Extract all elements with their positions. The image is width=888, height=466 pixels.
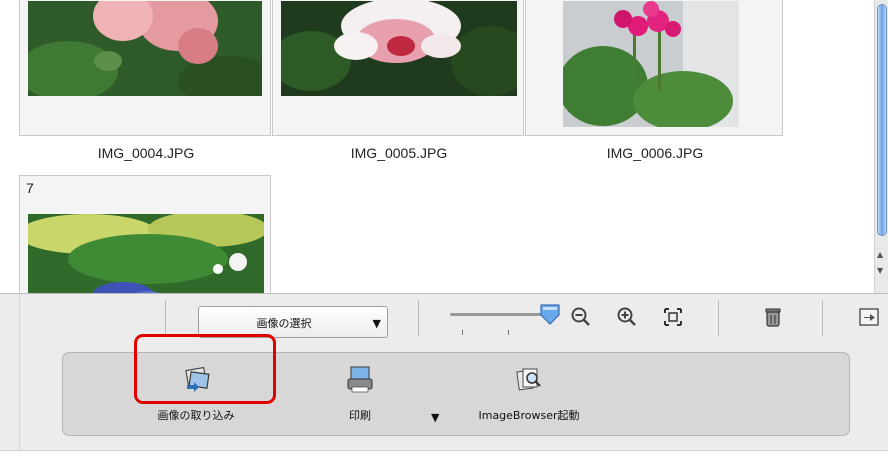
vertical-scrollbar[interactable]: ▲ ▼ (874, 0, 888, 293)
thumbnail-image[interactable] (28, 214, 264, 293)
zoom-slider-tick (508, 330, 509, 335)
left-border-line (19, 293, 20, 450)
zoom-slider-knob[interactable] (538, 302, 562, 326)
thumbnail-filename: IMG_0004.JPG (97, 145, 195, 161)
zoom-slider-track[interactable] (450, 313, 550, 316)
toolbar-divider (165, 300, 166, 336)
thumbnail-grid: IMG_0004.JPG IMG_0005.JPG IMG_0006.JPG 7 (0, 0, 873, 293)
thumbnail-image[interactable] (28, 1, 262, 96)
scrollbar-thumb[interactable] (877, 4, 887, 236)
print-icon (347, 366, 373, 393)
image-browser-label: ImageBrowser起動 (478, 409, 580, 422)
image-browser-icon (516, 368, 541, 391)
scroll-up-arrow-icon[interactable]: ▲ (877, 250, 883, 259)
print-label: 印刷 (349, 409, 371, 422)
toolbar-divider (418, 300, 419, 336)
toolbar-divider (718, 300, 719, 336)
bottom-strip (0, 450, 888, 466)
highlight-box (134, 334, 276, 404)
thumbnail-filename: IMG_0005.JPG (350, 145, 448, 161)
thumbnail-filename: IMG_0006.JPG (606, 145, 704, 161)
thumbnail-cell[interactable]: IMG_0005.JPG (272, 0, 524, 161)
scroll-down-arrow-icon[interactable]: ▼ (877, 266, 883, 275)
toolbar-divider (822, 300, 823, 336)
thumbnail-number: 7 (26, 180, 34, 196)
chevron-down-icon: ▼ (372, 317, 381, 330)
image-browser-launch-button[interactable]: ImageBrowser起動 (459, 363, 599, 429)
zoom-out-icon[interactable] (570, 306, 592, 328)
zoom-slider-tick (462, 330, 463, 335)
print-menu-chevron-down-icon[interactable]: ▼ (431, 411, 439, 424)
import-images-label: 画像の取り込み (157, 409, 235, 422)
zoom-in-icon[interactable] (616, 306, 638, 328)
thumbnail-cell[interactable]: 7 (19, 175, 271, 293)
thumbnail-image[interactable] (281, 1, 517, 96)
image-select-label: 画像の選択 (256, 317, 312, 330)
thumbnail-cell[interactable]: IMG_0004.JPG (19, 0, 271, 161)
fit-icon[interactable] (662, 306, 684, 328)
print-button[interactable]: 印刷 (325, 363, 395, 429)
trash-icon[interactable] (762, 306, 784, 328)
export-icon[interactable] (858, 306, 880, 328)
thumbnail-cell[interactable]: IMG_0006.JPG (525, 0, 783, 161)
thumbnail-image[interactable] (563, 1, 739, 127)
